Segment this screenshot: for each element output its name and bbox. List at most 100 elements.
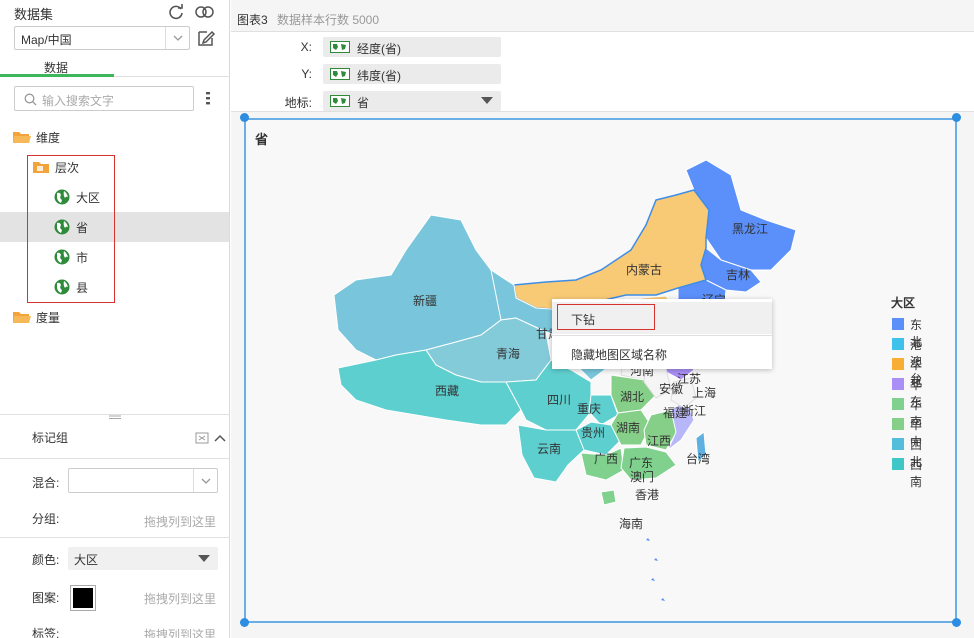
- label-hainan: 海南: [619, 517, 644, 531]
- tree-label: 维度: [36, 131, 61, 145]
- label-drop-target[interactable]: 拖拽列到这里: [144, 626, 216, 638]
- label-label: 标签:: [32, 627, 60, 638]
- legend-item[interactable]: 华中: [891, 415, 922, 449]
- china-map[interactable]: [246, 120, 955, 621]
- folder-icon: [13, 132, 31, 143]
- label-jilin: 吉林: [726, 268, 751, 282]
- label-zhejiang: 浙江: [682, 404, 707, 418]
- x-shelf-label: X:: [300, 40, 312, 54]
- label-xizang: 西藏: [435, 384, 460, 398]
- legend-swatch: [892, 438, 904, 450]
- label-jiangxi: 江西: [647, 434, 672, 448]
- geo-shelf-pill[interactable]: 省: [323, 91, 501, 111]
- marks-type-icon[interactable]: [195, 432, 209, 444]
- label-guizhou: 贵州: [581, 426, 606, 440]
- resize-handle[interactable]: [952, 618, 961, 627]
- marks-group-title: 标记组: [32, 431, 69, 445]
- geo-field-icon: [330, 68, 350, 80]
- x-shelf-pill[interactable]: 经度(省): [323, 37, 501, 57]
- color-field-value: 大区: [74, 553, 99, 567]
- label-hunan: 湖南: [616, 421, 641, 435]
- south-sea-islands: [646, 538, 665, 601]
- dataset-label: 数据集: [14, 7, 54, 22]
- grip-icon: [109, 415, 121, 419]
- label-hubei: 湖北: [620, 390, 645, 404]
- chart-title: 图表3: [237, 13, 268, 27]
- legend-swatch: [892, 358, 904, 370]
- search-placeholder: 输入搜索文字: [42, 94, 115, 108]
- label-qinghai: 青海: [496, 347, 521, 361]
- legend-title: 大区: [891, 296, 916, 310]
- legend-label: 西南: [910, 458, 923, 489]
- legend-item[interactable]: 港澳台: [891, 335, 922, 386]
- legend-swatch: [892, 318, 904, 330]
- label-chongqing: 重庆: [577, 402, 602, 416]
- legend-swatch: [892, 378, 904, 390]
- more-menu-icon[interactable]: [204, 90, 212, 106]
- menu-item-hide-region-names[interactable]: 隐藏地图区域名称: [552, 337, 772, 369]
- mix-select[interactable]: [68, 468, 218, 493]
- legend-item[interactable]: 西南: [891, 455, 922, 489]
- caret-down-icon: [198, 555, 210, 562]
- legend-swatch: [892, 338, 904, 350]
- highlight-box: [557, 304, 655, 330]
- caret-down-icon[interactable]: [481, 97, 493, 104]
- menu-item-label: 隐藏地图区域名称: [571, 348, 668, 362]
- highlight-box: [27, 155, 115, 303]
- edit-icon[interactable]: [196, 28, 216, 48]
- tab-active-indicator: [0, 74, 114, 77]
- geo-field-icon: [330, 41, 350, 53]
- pattern-swatch[interactable]: [70, 585, 96, 611]
- legend-swatch: [892, 398, 904, 410]
- group-label: 分组:: [32, 512, 60, 526]
- tree-item-measure[interactable]: 度量: [0, 302, 229, 332]
- group-drop-target[interactable]: 拖拽列到这里: [144, 513, 216, 530]
- panel-splitter[interactable]: [0, 414, 229, 420]
- menu-divider: [552, 335, 772, 336]
- geo-field-icon: [330, 95, 350, 107]
- link-dataset-icon[interactable]: [194, 2, 216, 22]
- mix-label: 混合:: [32, 476, 60, 490]
- dataset-value: Map/中国: [21, 33, 72, 47]
- legend-swatch: [892, 418, 904, 430]
- divider: [0, 458, 229, 459]
- legend-item[interactable]: 东北: [891, 315, 922, 349]
- dataset-select[interactable]: Map/中国: [14, 26, 190, 50]
- tree-item-dimension[interactable]: 维度: [0, 122, 229, 152]
- search-input[interactable]: 输入搜索文字: [14, 86, 194, 111]
- color-field-select[interactable]: 大区: [68, 547, 218, 570]
- shelf-area: X: 经度(省) Y: 纬度(省) 地标: 省: [231, 31, 974, 112]
- legend-item[interactable]: 华东: [891, 375, 922, 409]
- y-shelf-pill[interactable]: 纬度(省): [323, 64, 501, 84]
- pattern-drop-target[interactable]: 拖拽列到这里: [144, 590, 216, 607]
- resize-handle[interactable]: [240, 113, 249, 122]
- geo-shelf-value: 省: [357, 96, 370, 110]
- legend-item[interactable]: 华北: [891, 355, 922, 389]
- search-icon: [24, 93, 37, 106]
- label-neimenggu: 内蒙古: [626, 263, 663, 277]
- legend: 大区 东北 港澳台 华北 华东 华南 华中 西北 西南: [891, 294, 922, 489]
- label-taiwan: 台湾: [686, 452, 711, 466]
- label-xinjiang: 新疆: [413, 294, 438, 308]
- folder-icon: [13, 312, 31, 323]
- chevron-down-icon: [193, 469, 217, 492]
- divider: [0, 537, 229, 538]
- x-shelf-value: 经度(省): [357, 42, 401, 56]
- label-hongkong: 香港: [635, 488, 660, 502]
- resize-handle[interactable]: [952, 113, 961, 122]
- label-macau: 澳门: [630, 470, 655, 484]
- pattern-color: [73, 588, 93, 608]
- collapse-icon[interactable]: [214, 433, 226, 443]
- left-panel: 数据集 Map/中国 数据 输入搜索文字 维度 层次 大区 省 市 县 度量 标…: [0, 0, 230, 638]
- legend-swatch: [892, 458, 904, 470]
- legend-item[interactable]: 西北: [891, 435, 922, 469]
- pattern-label: 图案:: [32, 591, 60, 605]
- refresh-icon[interactable]: [166, 2, 186, 22]
- context-menu: 下钻 隐藏地图区域名称: [552, 299, 772, 369]
- y-shelf-value: 纬度(省): [357, 69, 401, 83]
- map-canvas[interactable]: 省 黑龙江 吉林 内蒙古 新疆 甘肃 青海 西藏 四川 重庆 贵州 云南 湖北 …: [244, 118, 957, 623]
- legend-item[interactable]: 华南: [891, 395, 922, 429]
- resize-handle[interactable]: [240, 618, 249, 627]
- y-shelf-label: Y:: [301, 67, 312, 81]
- sample-rows-text: 数据样本行数 5000: [277, 13, 380, 27]
